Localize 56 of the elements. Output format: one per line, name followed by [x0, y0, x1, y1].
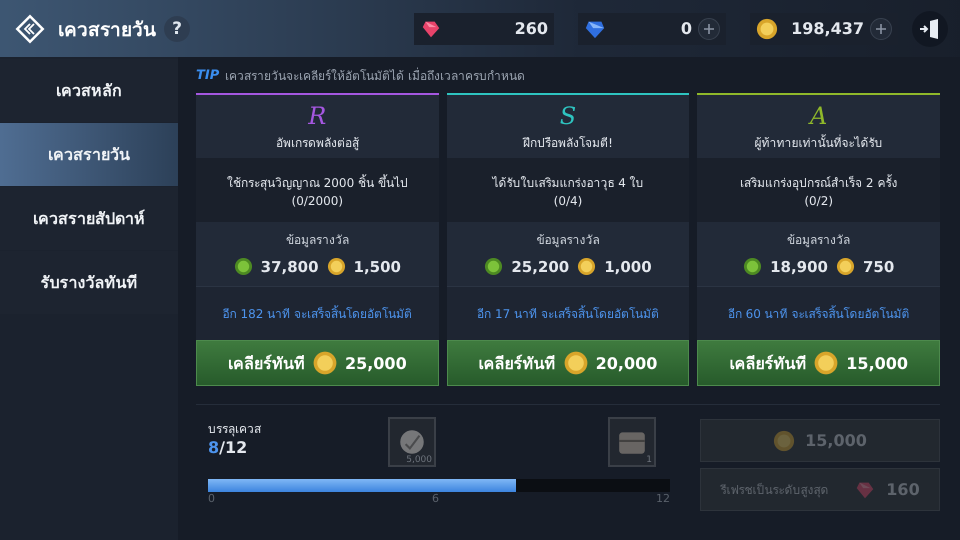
- coin-icon: [773, 430, 796, 452]
- reward-label: ข้อมูลรางวัล: [536, 232, 600, 249]
- grade-letter: S: [560, 103, 576, 129]
- exp-amount: 37,800: [260, 258, 319, 276]
- plus-icon: [875, 22, 887, 34]
- coin-amount: 1,000: [604, 258, 652, 276]
- quest-title: อัพเกรดพลังต่อสู้: [276, 135, 359, 152]
- add-button[interactable]: [698, 18, 720, 40]
- quest-title: ฝึกปรือพลังโจมตี!: [523, 135, 613, 152]
- timer-text: อีก 182 นาที จะเสร็จสิ้นโดยอัตโนมัติ: [196, 286, 439, 340]
- timer-text: อีก 17 นาที จะเสร็จสิ้นโดยอัตโนมัติ: [446, 286, 690, 340]
- tip-text: เควสรายวันจะเคลียร์ให้อัตโนมัติได้ เมื่อถึงเวลาครบกำหนด: [225, 66, 526, 84]
- exp-icon: [484, 257, 504, 276]
- exit-button[interactable]: [912, 10, 948, 46]
- grade-letter: R: [308, 103, 326, 129]
- coin-icon: [756, 18, 778, 40]
- window-title: เควสรายวัน: [58, 18, 156, 42]
- clear-now-button[interactable]: เคลียร์ทันที 25,000: [196, 340, 439, 386]
- coin-icon: [312, 351, 337, 375]
- coin-icon: [564, 351, 588, 375]
- achievement-label: บรรลุเควส: [208, 421, 261, 438]
- coin-icon: [577, 257, 596, 276]
- quest-title: ผู้ท้าทายเท่านั้นที่จะได้รับ: [754, 133, 883, 152]
- coin-amount: 750: [862, 258, 894, 276]
- tip-label: TIP: [196, 68, 220, 82]
- tick-label: 12: [656, 492, 670, 505]
- coin-amount: 1,500: [354, 258, 401, 276]
- grade-letter: A: [810, 103, 828, 129]
- coin-icon: [836, 257, 855, 276]
- reward-label: ข้อมูลรางวัล: [286, 232, 349, 249]
- currency-amount: 260: [514, 19, 548, 38]
- clear-now-button[interactable]: เคลียร์ทันที 15,000: [697, 340, 940, 386]
- tick-label: 6: [432, 492, 439, 505]
- exp-amount: 18,900: [770, 258, 828, 276]
- quest-condition: ใช้กระสุนวิญญาณ 2000 ชิ้น ขึ้นไป: [226, 173, 408, 192]
- reward-label: ข้อมูลรางวัล: [787, 232, 850, 249]
- coin-icon: [326, 257, 346, 276]
- back-icon: [15, 14, 45, 44]
- tick-label: 0: [208, 492, 215, 505]
- plus-icon: [703, 22, 715, 34]
- achievement-count: 8/12: [208, 438, 248, 457]
- reward-count: 5,000: [406, 455, 432, 465]
- sidebar-tab[interactable]: เควสรายวัน: [0, 123, 178, 186]
- help-button[interactable]: ?: [164, 16, 190, 42]
- coin-icon: [814, 351, 838, 375]
- reward-count: 1: [646, 455, 652, 465]
- add-button[interactable]: [870, 18, 892, 40]
- currency-amount: 198,437: [790, 19, 864, 38]
- exp-icon: [234, 257, 253, 276]
- exp-amount: 25,200: [511, 258, 570, 276]
- timer-text: อีก 60 นาที จะเสร็จสิ้นโดยอัตโนมัติ: [697, 286, 940, 340]
- currency-amount: 0: [680, 19, 692, 38]
- clear-now-button[interactable]: เคลียร์ทันที 20,000: [446, 340, 690, 386]
- exp-icon: [743, 257, 762, 276]
- quest-condition: ได้รับใบเสริมแกร่งอาวุธ 4 ใบ: [492, 174, 644, 192]
- quest-condition: เสริมแกร่งอุปกรณ์สำเร็จ 2 ครั้ง: [740, 173, 898, 192]
